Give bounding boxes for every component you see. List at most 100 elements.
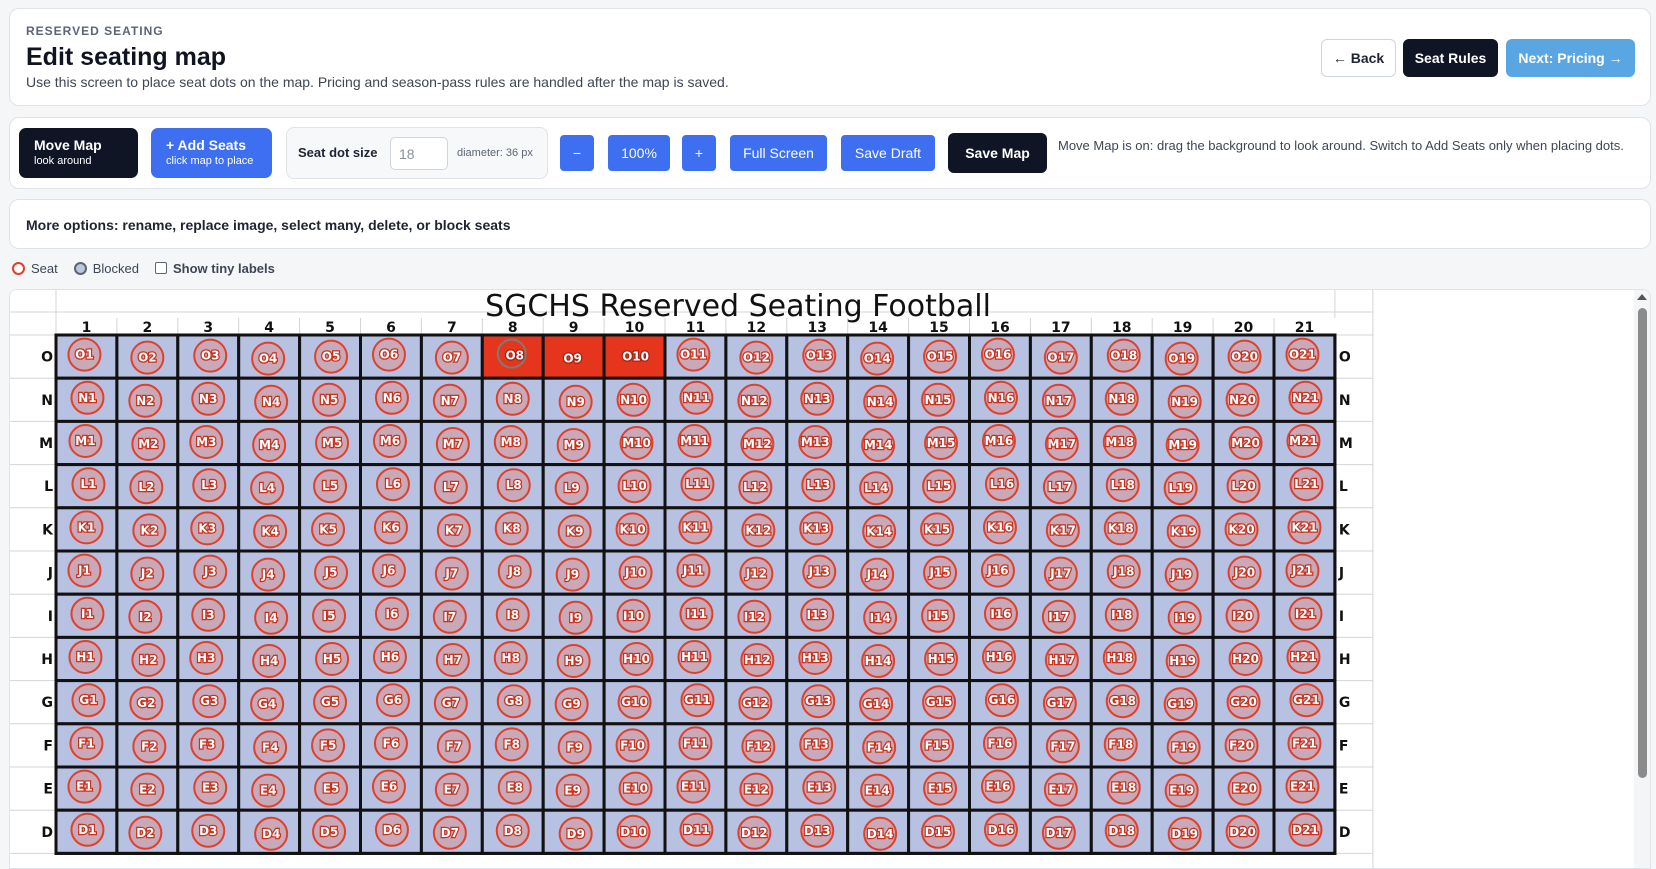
seat-dot[interactable]: F8: [494, 727, 529, 762]
seat-dot[interactable]: N19: [1167, 384, 1202, 419]
seat-dot[interactable]: L9: [554, 471, 589, 506]
seat-dot[interactable]: I13: [800, 597, 835, 632]
seat-dot[interactable]: I3: [191, 597, 226, 632]
seat-dot[interactable]: H6: [372, 640, 407, 674]
seat-dot[interactable]: E5: [314, 771, 349, 806]
seat-dot[interactable]: E6: [371, 769, 406, 804]
seat-dot[interactable]: M3: [189, 425, 224, 459]
seat-dot[interactable]: F13: [799, 727, 834, 762]
seat-dot[interactable]: E7: [434, 772, 469, 807]
seat-dot[interactable]: N20: [1225, 382, 1260, 417]
seat-dot[interactable]: E4: [251, 773, 286, 808]
seat-dot[interactable]: K18: [1103, 511, 1138, 546]
seat-dot[interactable]: D6: [374, 812, 409, 847]
seat-dot[interactable]: N10: [616, 382, 651, 417]
seat-dot[interactable]: E13: [802, 770, 837, 805]
seat-dot[interactable]: D2: [128, 815, 163, 850]
seat-dot[interactable]: F15: [920, 728, 955, 763]
seat-dot[interactable]: H14: [861, 644, 896, 678]
show-tiny-labels-checkbox[interactable]: [155, 262, 167, 274]
seat-dot[interactable]: F5: [311, 728, 346, 763]
seat-dot[interactable]: D3: [191, 813, 226, 848]
seat-dot[interactable]: J6: [371, 553, 406, 588]
seat-dot[interactable]: D15: [921, 814, 956, 849]
seat-dot[interactable]: D19: [1167, 816, 1202, 851]
seat-dot[interactable]: J15: [923, 555, 958, 590]
scroll-up-icon[interactable]: [1637, 294, 1647, 300]
seat-dot[interactable]: N13: [800, 381, 835, 416]
seat-dot[interactable]: H4: [252, 644, 287, 678]
seat-dot[interactable]: O1: [67, 337, 102, 372]
seat-dot[interactable]: O20: [1227, 339, 1262, 374]
seat-dot[interactable]: K10: [615, 512, 650, 547]
seat-dot[interactable]: H7: [435, 643, 470, 677]
seat-dot[interactable]: M8: [493, 425, 528, 459]
seat-dot[interactable]: E1: [67, 769, 102, 804]
seat-dot[interactable]: D14: [863, 816, 898, 851]
seat-dot[interactable]: E10: [618, 771, 653, 806]
seat-dot[interactable]: J20: [1227, 555, 1262, 590]
seat-dot[interactable]: L14: [859, 471, 894, 506]
seat-dot[interactable]: F10: [615, 728, 650, 763]
seat-dot[interactable]: D21: [1288, 812, 1323, 847]
seat-dot[interactable]: F3: [190, 727, 225, 762]
seat-dot[interactable]: H20: [1228, 642, 1263, 676]
seat-dot[interactable]: M15: [924, 426, 959, 460]
seat-dot[interactable]: N14: [863, 384, 898, 419]
seat-dot[interactable]: M9: [556, 428, 591, 462]
seat-dot[interactable]: I17: [1041, 599, 1076, 634]
seat-dot[interactable]: J7: [434, 556, 469, 591]
seat-dot[interactable]: O7: [434, 340, 469, 375]
seat-dot[interactable]: J9: [555, 557, 590, 592]
seat-dot[interactable]: N18: [1104, 381, 1139, 416]
seat-dot[interactable]: G13: [801, 684, 836, 719]
seat-dot[interactable]: M10: [619, 426, 654, 460]
seat-dot[interactable]: D7: [432, 815, 467, 850]
seat-dot[interactable]: K19: [1166, 514, 1201, 549]
seat-dot[interactable]: G3: [192, 684, 227, 719]
seat-dot[interactable]: F20: [1224, 728, 1259, 763]
seat-dot[interactable]: I2: [128, 599, 163, 634]
seat-dot[interactable]: D20: [1225, 814, 1260, 849]
seat-dot[interactable]: D8: [495, 813, 530, 848]
map-scrollbar-thumb[interactable]: [1638, 308, 1647, 778]
full-screen-button[interactable]: Full Screen: [730, 135, 827, 171]
seat-dot[interactable]: H9: [556, 644, 591, 678]
seat-dot[interactable]: I19: [1167, 600, 1202, 635]
seat-dot[interactable]: N12: [737, 383, 772, 418]
seat-dot[interactable]: N4: [254, 384, 289, 419]
seat-dot[interactable]: J4: [251, 557, 286, 592]
seat-dot[interactable]: N1: [70, 380, 105, 415]
seat-dot[interactable]: H11: [677, 640, 712, 674]
seat-dot[interactable]: L20: [1226, 469, 1261, 504]
seat-dot[interactable]: E15: [923, 771, 958, 806]
seat-dot[interactable]: G14: [859, 687, 894, 722]
seat-dot[interactable]: K2: [132, 513, 167, 548]
next-pricing-button[interactable]: Next: Pricing →: [1506, 39, 1635, 77]
seat-dot[interactable]: K3: [190, 511, 225, 546]
back-button[interactable]: ← Back: [1321, 39, 1396, 77]
seat-dot[interactable]: G6: [375, 683, 410, 718]
seat-dot[interactable]: F16: [982, 726, 1017, 761]
seat-dot[interactable]: E14: [860, 773, 895, 808]
seat-dot[interactable]: E19: [1164, 773, 1199, 808]
zoom-level-button[interactable]: 100%: [608, 135, 670, 171]
seat-dot[interactable]: L3: [192, 468, 227, 503]
seat-dot[interactable]: K15: [920, 512, 955, 547]
seat-dot[interactable]: G12: [738, 686, 773, 721]
seat-dot[interactable]: F18: [1103, 727, 1138, 762]
seat-dot[interactable]: E2: [130, 772, 165, 807]
seat-dot[interactable]: O14: [860, 341, 895, 376]
seat-dot[interactable]: K7: [436, 513, 471, 548]
seat-dot-size-input[interactable]: [390, 137, 448, 170]
seat-dot[interactable]: I8: [495, 597, 530, 632]
seat-dot[interactable]: K8: [494, 511, 529, 546]
seat-dot[interactable]: L12: [738, 470, 773, 505]
seat-dot[interactable]: D9: [558, 816, 593, 851]
seat-dot[interactable]: M16: [981, 424, 1016, 458]
seat-dot[interactable]: O6: [371, 337, 406, 372]
seat-dot[interactable]: M7: [435, 427, 470, 461]
seat-dot[interactable]: I1: [70, 596, 105, 631]
seat-dot[interactable]: J11: [676, 553, 711, 588]
seat-dot[interactable]: G1: [71, 683, 106, 718]
